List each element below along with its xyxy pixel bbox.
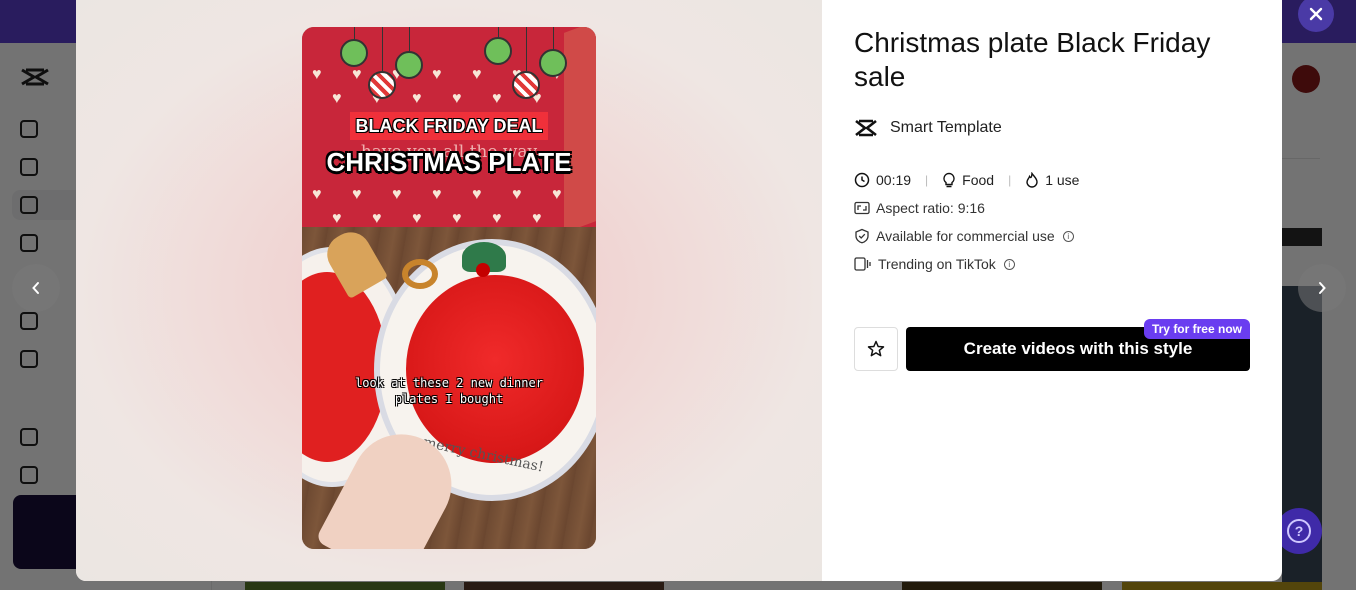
template-type-label: Smart Template [890,119,1002,136]
bulb-icon [943,172,955,188]
feature-trending: Trending on TikTok i [854,256,1250,272]
info-icon[interactable]: i [1062,230,1074,242]
chevron-right-icon [1319,282,1326,294]
ornament [395,51,423,79]
box-lid [564,27,596,233]
close-icon [1309,7,1323,21]
feature-label: Aspect ratio: 9:16 [876,200,985,216]
feature-label: Trending on TikTok [878,256,996,272]
video-caption: look at these 2 new dinner plates I boug… [355,376,543,406]
uses-value: 1 use [1045,172,1080,188]
flame-icon [1026,172,1038,188]
uses: 1 use [1025,172,1079,188]
template-type: Smart Template [854,118,1250,138]
video-preview[interactable]: ♥♥♥♥♥♥♥ ♥♥♥♥♥♥ ♥♥♥♥♥♥♥ ♥♥♥♥♥♥ merry chri… [302,27,596,549]
ornament [368,71,396,99]
previous-template-button[interactable] [12,264,60,312]
next-template-button[interactable] [1298,264,1346,312]
preview-pane: ♥♥♥♥♥♥♥ ♥♥♥♥♥♥ ♥♥♥♥♥♥♥ ♥♥♥♥♥♥ merry chri… [76,0,822,581]
video-headline: CHRISTMAS PLATE [326,147,572,177]
duration-value: 00:19 [876,172,912,188]
tiktok-icon [854,257,871,271]
berry-decoration [476,263,490,277]
template-title: Christmas plate Black Friday sale [854,27,1211,92]
template-detail-modal: ♥♥♥♥♥♥♥ ♥♥♥♥♥♥ ♥♥♥♥♥♥♥ ♥♥♥♥♥♥ merry chri… [76,0,1282,581]
ornament [484,37,512,65]
feature-aspect-ratio: Aspect ratio: 9:16 [854,200,1250,216]
separator: | [1008,173,1012,187]
ornament [539,49,567,77]
separator: | [925,173,929,187]
chevron-left-icon [32,282,39,294]
help-button[interactable]: ? [1276,508,1322,554]
ornament [512,71,540,99]
info-icon[interactable]: i [1003,258,1015,270]
pretzel-decoration [402,259,438,289]
aspect-ratio-icon [854,201,870,215]
category-value: Food [962,172,995,188]
clock-icon [854,172,870,188]
info-pane: Christmas plate Black Friday sale Smart … [822,0,1282,581]
shield-check-icon [855,228,869,244]
create-videos-button[interactable]: Create videos with this style Try for fr… [906,319,1250,371]
feature-label: Available for commercial use [876,228,1055,244]
star-icon [867,340,885,357]
category: Food [942,172,994,188]
capcut-logo-icon [855,119,877,137]
duration: 00:19 [854,172,911,188]
help-icon: ? [1287,519,1311,543]
try-free-badge: Try for free now [1143,319,1250,339]
actions: Create videos with this style Try for fr… [854,319,1250,371]
ornament [340,39,368,67]
meta-row: 00:19 | Food | 1 use [854,172,1250,188]
video-tag: BLACK FRIDAY DEAL [350,112,548,140]
create-button-label: Create videos with this style [963,339,1193,358]
favorite-button[interactable] [854,327,898,371]
feature-commercial: Available for commercial use i [854,228,1250,244]
